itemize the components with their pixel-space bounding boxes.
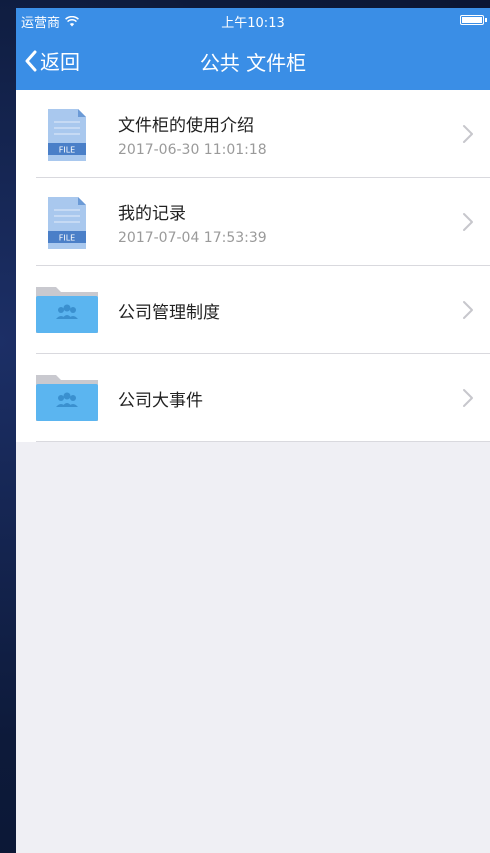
- list-item[interactable]: FILE 文件柜的使用介绍 2017-06-30 11:01:18: [16, 90, 490, 178]
- list-item[interactable]: FILE 我的记录 2017-07-04 17:53:39: [16, 178, 490, 266]
- phone-screen: 运营商 上午10:13 返回 公共 文件柜 FILE 文件柜的使用介绍 2017…: [16, 8, 490, 853]
- chevron-right-icon: [463, 301, 473, 319]
- file-icon: FILE: [48, 197, 86, 249]
- file-badge: FILE: [59, 234, 75, 243]
- list-item[interactable]: 公司管理制度: [16, 266, 490, 354]
- battery-icon: [460, 15, 487, 25]
- file-badge: FILE: [59, 146, 75, 155]
- item-title: 我的记录: [118, 203, 186, 224]
- navigation-bar: 返回 公共 文件柜: [16, 32, 490, 90]
- list-item[interactable]: 公司大事件: [16, 354, 490, 442]
- page-title: 公共 文件柜: [199, 51, 307, 75]
- file-icon: FILE: [48, 109, 86, 161]
- item-date: 2017-07-04 17:53:39: [118, 229, 267, 246]
- item-title: 公司管理制度: [118, 302, 220, 323]
- status-time: 上午10:13: [221, 16, 285, 31]
- item-date: 2017-06-30 11:01:18: [118, 141, 267, 158]
- item-title: 公司大事件: [118, 390, 203, 411]
- chevron-right-icon: [463, 389, 473, 407]
- folder-icon: [36, 375, 98, 421]
- chevron-right-icon: [463, 213, 473, 231]
- file-list: FILE 文件柜的使用介绍 2017-06-30 11:01:18 FILE 我…: [16, 90, 490, 442]
- folder-icon: [36, 287, 98, 333]
- item-title: 文件柜的使用介绍: [118, 115, 254, 136]
- chevron-right-icon: [463, 125, 473, 143]
- status-bar: 运营商 上午10:13: [16, 8, 490, 32]
